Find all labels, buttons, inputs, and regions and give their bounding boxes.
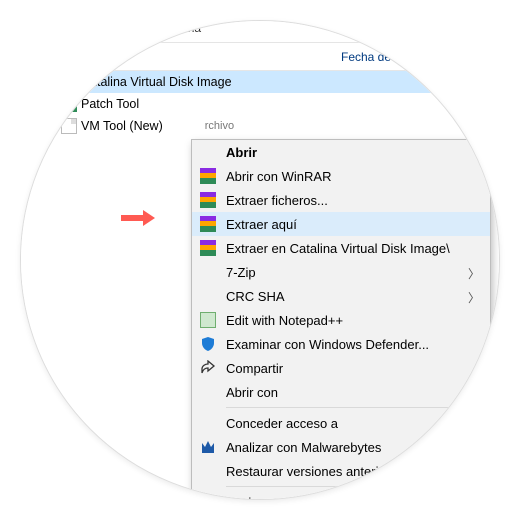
menu-share[interactable]: Compartir [192,356,490,380]
file-name: Catalina Virtual Disk Image [81,75,232,89]
menu-send-to[interactable]: Enviar a 〉 [192,490,490,500]
file-icon [61,118,77,134]
menu-extract-files[interactable]: Extraer ficheros... [192,188,490,212]
red-arrow-annotation [121,210,155,226]
menu-separator [226,486,490,487]
winrar-icon [200,192,216,208]
chevron-right-icon: 〉 [468,416,480,433]
file-row-catalina[interactable]: Catalina Virtual Disk Image [20,71,500,93]
col-name[interactable]: Nombre [61,50,341,64]
file-name: VM Tool (New) [81,119,163,133]
menu-defender[interactable]: Examinar con Windows Defender... [192,332,490,356]
chevron-right-icon: 〉 [468,385,480,402]
shield-icon [200,336,216,352]
up-arrow-icon [47,49,61,63]
winrar-icon [200,168,216,184]
menu-malwarebytes[interactable]: Analizar con Malwarebytes [192,435,490,459]
menu-restore[interactable]: Restaurar versiones anteriores [192,459,490,483]
bc-drive[interactable]: evo vol (D:) [20,21,40,35]
winrar-icon [200,240,216,256]
menu-notepadpp[interactable]: Edit with Notepad++ [192,308,490,332]
file-list: Catalina Virtual Disk Image Patch Tool V… [20,71,500,137]
winrar-icon [200,216,216,232]
menu-open-winrar[interactable]: Abrir con WinRAR [192,164,490,188]
winrar-icon [61,74,77,90]
menu-7zip[interactable]: 7-Zip 〉 [192,260,490,284]
menu-grant-access[interactable]: Conceder acceso a 〉 [192,411,490,435]
col-modified[interactable]: Fecha de modificación [341,50,500,64]
chevron-right-icon: 〉 [468,265,480,282]
file-name: Patch Tool [81,97,139,111]
share-icon [200,360,216,376]
sidebar-text: rchivo [205,120,234,132]
context-menu[interactable]: Abrir Abrir con WinRAR Extraer ficheros.… [191,139,491,500]
malwarebytes-icon [200,439,216,455]
menu-open-with[interactable]: Abrir con 〉 [192,380,490,404]
file-row-patchtool[interactable]: Patch Tool [20,93,500,115]
notepadpp-icon [200,312,216,328]
chevron-right-icon: 〉 [468,495,480,500]
menu-separator [226,407,490,408]
menu-crc[interactable]: CRC SHA 〉 [192,284,490,308]
file-row-vmtool[interactable]: VM Tool (New) rchivo [20,115,500,137]
bc-folder1[interactable]: Software [44,21,103,35]
breadcrumb[interactable]: evo vol (D:) › Software › macOS Catalina [20,20,500,43]
menu-open[interactable]: Abrir [192,140,490,164]
bc-folder2[interactable]: macOS Catalina [108,21,207,35]
menu-extract-here[interactable]: Extraer aquí [192,212,490,236]
chevron-right-icon: 〉 [468,289,480,306]
winrar-icon [61,96,77,112]
column-headers[interactable]: Nombre Fecha de modificación [20,43,500,71]
menu-extract-to[interactable]: Extraer en Catalina Virtual Disk Image\ [192,236,490,260]
